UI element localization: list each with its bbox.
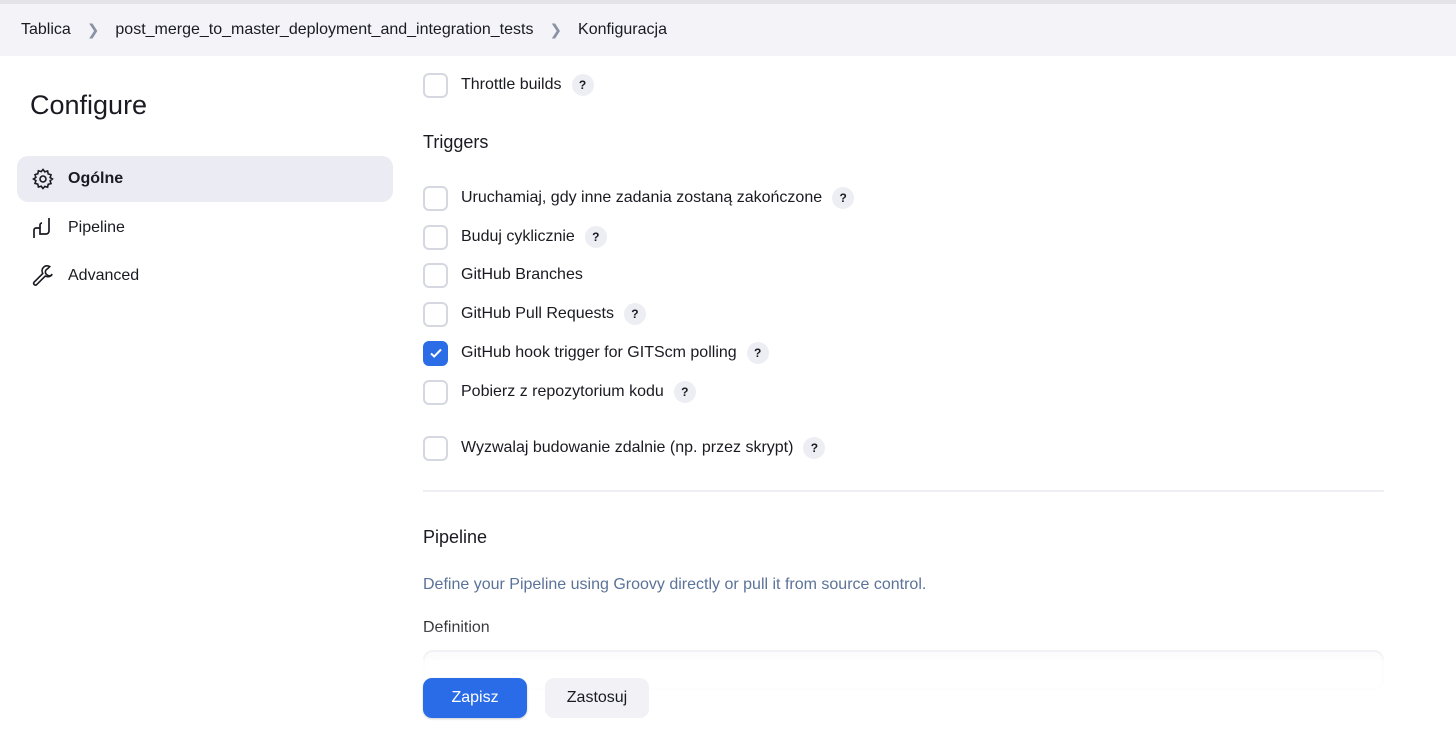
option-label: Pobierz z repozytorium kodu bbox=[461, 383, 664, 401]
wrench-icon bbox=[31, 264, 55, 288]
trigger-checkbox[interactable] bbox=[423, 436, 448, 461]
help-icon[interactable]: ? bbox=[585, 226, 607, 248]
help-icon[interactable]: ? bbox=[572, 74, 594, 96]
breadcrumb: Tablica ❯ post_merge_to_master_deploymen… bbox=[0, 4, 1456, 56]
trigger-remote-build: Wyzwalaj budowanie zdalnie (np. przez sk… bbox=[423, 436, 825, 460]
sidebar-item-general[interactable]: Ogólne bbox=[17, 156, 393, 202]
trigger-github-hook: GitHub hook trigger for GITScm polling ? bbox=[423, 341, 769, 365]
help-icon[interactable]: ? bbox=[674, 381, 696, 403]
page-title: Configure bbox=[30, 90, 147, 121]
sidebar-item-label: Advanced bbox=[68, 267, 139, 285]
throttle-builds-option: Throttle builds ? bbox=[423, 73, 594, 97]
trigger-github-pull-requests: GitHub Pull Requests ? bbox=[423, 302, 646, 326]
gear-icon bbox=[31, 167, 55, 191]
triggers-heading: Triggers bbox=[423, 132, 488, 153]
apply-button[interactable]: Zastosuj bbox=[545, 678, 649, 718]
checkmark-icon bbox=[429, 346, 443, 360]
trigger-github-branches: GitHub Branches bbox=[423, 263, 583, 287]
breadcrumb-configuration[interactable]: Konfiguracja bbox=[578, 21, 667, 39]
option-label: Throttle builds bbox=[461, 76, 562, 94]
trigger-checkbox[interactable] bbox=[423, 302, 448, 327]
option-label: Uruchamiaj, gdy inne zadania zostaną zak… bbox=[461, 189, 822, 207]
breadcrumb-job[interactable]: post_merge_to_master_deployment_and_inte… bbox=[115, 21, 533, 39]
chevron-right-icon: ❯ bbox=[87, 21, 100, 39]
throttle-builds-checkbox[interactable] bbox=[423, 73, 448, 98]
option-label: GitHub Branches bbox=[461, 266, 583, 284]
option-label: GitHub hook trigger for GITScm polling bbox=[461, 344, 737, 362]
help-icon[interactable]: ? bbox=[624, 303, 646, 325]
trigger-checkbox[interactable] bbox=[423, 263, 448, 288]
trigger-checkbox[interactable] bbox=[423, 225, 448, 250]
trigger-checkbox[interactable] bbox=[423, 186, 448, 211]
save-button[interactable]: Zapisz bbox=[423, 678, 527, 718]
pipeline-heading: Pipeline bbox=[423, 527, 487, 548]
sidebar-item-label: Pipeline bbox=[68, 219, 125, 237]
sidebar-item-label: Ogólne bbox=[68, 170, 123, 188]
trigger-poll-scm: Pobierz z repozytorium kodu ? bbox=[423, 380, 696, 404]
definition-label: Definition bbox=[423, 619, 490, 637]
trigger-after-other-projects: Uruchamiaj, gdy inne zadania zostaną zak… bbox=[423, 186, 854, 210]
sidebar-item-pipeline[interactable]: Pipeline bbox=[17, 205, 393, 251]
option-label: GitHub Pull Requests bbox=[461, 305, 614, 323]
chevron-right-icon: ❯ bbox=[549, 21, 562, 39]
section-divider bbox=[423, 490, 1384, 492]
pipeline-icon bbox=[31, 216, 55, 240]
pipeline-description: Define your Pipeline using Groovy direct… bbox=[423, 576, 926, 594]
trigger-build-periodically: Buduj cyklicznie ? bbox=[423, 225, 607, 249]
option-label: Wyzwalaj budowanie zdalnie (np. przez sk… bbox=[461, 439, 793, 457]
trigger-checkbox[interactable] bbox=[423, 380, 448, 405]
help-icon[interactable]: ? bbox=[832, 187, 854, 209]
help-icon[interactable]: ? bbox=[803, 437, 825, 459]
help-icon[interactable]: ? bbox=[747, 342, 769, 364]
breadcrumb-dashboard[interactable]: Tablica bbox=[21, 21, 71, 39]
option-label: Buduj cyklicznie bbox=[461, 228, 575, 246]
trigger-checkbox-checked[interactable] bbox=[423, 341, 448, 366]
sidebar-item-advanced[interactable]: Advanced bbox=[17, 253, 393, 299]
